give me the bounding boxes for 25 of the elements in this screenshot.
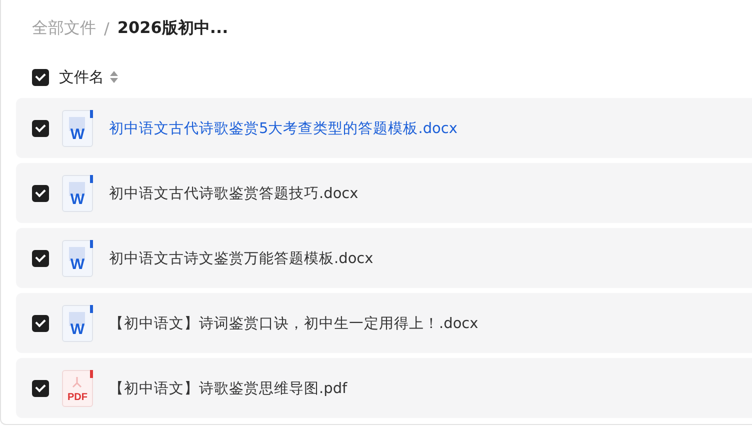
file-row[interactable]: W 初中语文古代诗歌鉴赏答题技巧.docx <box>16 163 752 223</box>
file-row[interactable]: PDF 【初中语文】诗歌鉴赏思维导图.pdf <box>16 358 752 418</box>
document-icon: W <box>62 110 93 146</box>
pdf-icon: PDF <box>62 370 93 406</box>
checkbox[interactable] <box>32 250 49 266</box>
file-name[interactable]: 初中语文古代诗歌鉴赏5大考查类型的答题模板.docx <box>109 118 458 138</box>
checkbox[interactable] <box>32 380 49 396</box>
checkbox[interactable] <box>32 68 49 86</box>
document-icon: W <box>62 304 93 342</box>
sort-icon[interactable] <box>110 71 118 83</box>
file-name[interactable]: 初中语文古代诗歌鉴赏答题技巧.docx <box>109 184 358 202</box>
file-row[interactable]: W 【初中语文】诗词鉴赏口诀，初中生一定用得上！.docx <box>16 293 752 353</box>
checkbox[interactable] <box>32 120 49 136</box>
file-name[interactable]: 初中语文古诗文鉴赏万能答题模板.docx <box>109 248 374 268</box>
document-icon: W <box>62 174 93 212</box>
checkbox[interactable] <box>32 314 49 332</box>
file-name[interactable]: 【初中语文】诗歌鉴赏思维导图.pdf <box>109 378 348 398</box>
file-row[interactable]: W 初中语文古诗文鉴赏万能答题模板.docx <box>16 228 752 288</box>
separator: / <box>104 18 110 38</box>
file-name[interactable]: 【初中语文】诗词鉴赏口诀，初中生一定用得上！.docx <box>109 314 478 332</box>
breadcrumb-link[interactable]: 2026版初中... <box>117 18 228 38</box>
file-row[interactable]: W 初中语文古代诗歌鉴赏5大考查类型的答题模板.docx <box>16 98 752 158</box>
column-header[interactable]: 文件名 <box>59 68 104 86</box>
document-icon: W <box>62 240 93 276</box>
checkbox[interactable] <box>32 184 49 202</box>
